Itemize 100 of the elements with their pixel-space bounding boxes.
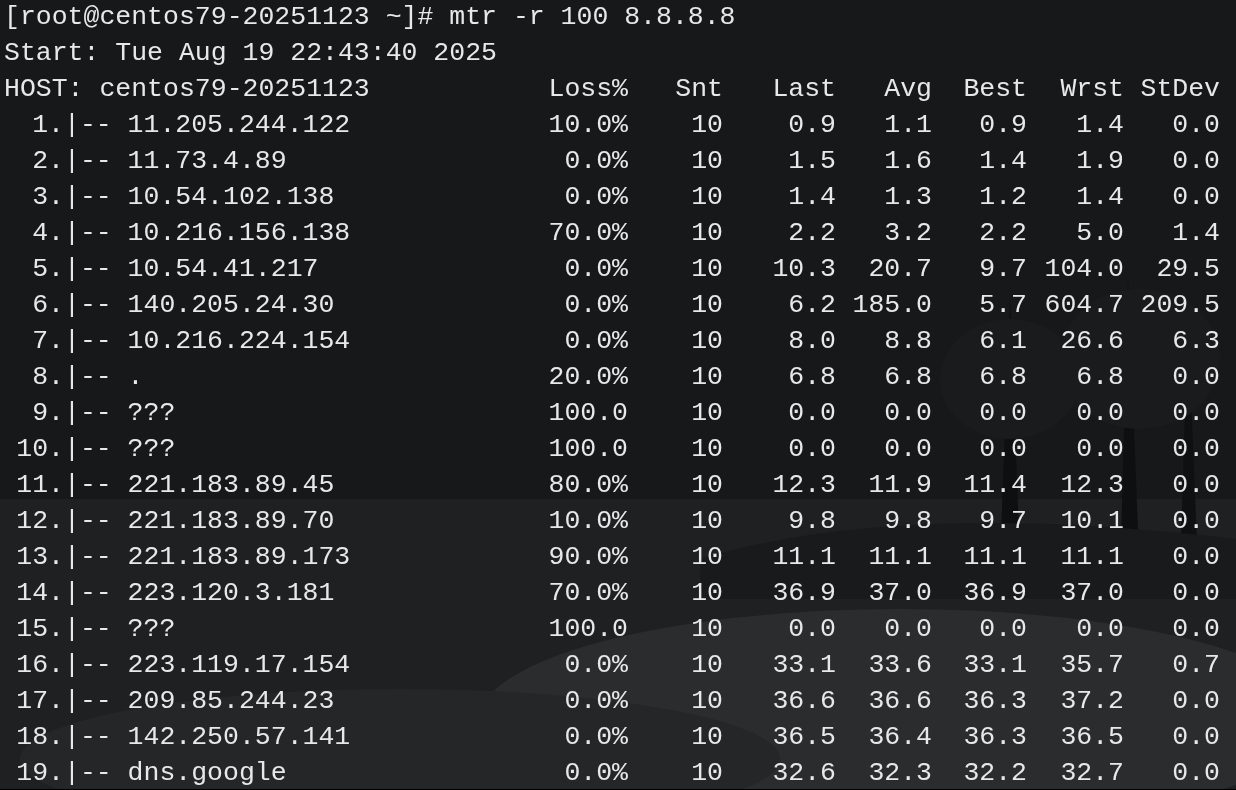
table-cell-text: 1.5 bbox=[788, 145, 836, 178]
table-cell-text: 2.2 bbox=[788, 217, 836, 250]
table-cell-text: 33.1 bbox=[963, 649, 1027, 682]
table-cell-text: 0.0 bbox=[788, 433, 836, 466]
table-cell-text: 1.2 bbox=[979, 181, 1027, 214]
table-cell-text: 0.0 bbox=[884, 433, 932, 466]
table-cell-text: 26.6 bbox=[1060, 325, 1124, 358]
table-cell-text: 12.3 bbox=[772, 469, 836, 502]
table-cell-text: 185.0 bbox=[852, 289, 932, 322]
table-cell-text: 9.7 bbox=[979, 505, 1027, 538]
table-cell-text: 0.0% bbox=[564, 325, 628, 358]
table-cell-text: 36.4 bbox=[868, 721, 932, 754]
hop-number: 15. bbox=[16, 613, 64, 646]
table-cell-text: 1.1 bbox=[884, 109, 932, 142]
table-cell-text: 20.0% bbox=[548, 361, 628, 394]
table-cell-text: 8.8 bbox=[884, 325, 932, 358]
table-cell-text: 10 bbox=[691, 541, 723, 574]
hop-number: 4. bbox=[32, 217, 64, 250]
table-cell-text: 32.2 bbox=[963, 757, 1027, 790]
table-cell-text: 36.6 bbox=[772, 685, 836, 718]
table-cell-text: 0.0 bbox=[1172, 685, 1220, 718]
table-cell-text: 0.0 bbox=[884, 613, 932, 646]
host-name: |-- 223.120.3.181 bbox=[64, 578, 335, 608]
column-header: Snt bbox=[675, 73, 723, 106]
table-cell-text: 0.0 bbox=[1172, 181, 1220, 214]
table-cell-text: 0.0 bbox=[1076, 397, 1124, 430]
table-cell-text: 1.4 bbox=[979, 145, 1027, 178]
table-cell-text: 0.0% bbox=[564, 685, 628, 718]
host-name: |-- ??? bbox=[64, 398, 176, 428]
host-name: |-- 221.183.89.173 bbox=[64, 542, 351, 572]
table-cell-text: 1.4 bbox=[1172, 217, 1220, 250]
table-cell-text: 10 bbox=[691, 685, 723, 718]
table-cell-text: 90.0% bbox=[548, 541, 628, 574]
hop-number: 10. bbox=[16, 433, 64, 466]
column-header: Avg bbox=[884, 73, 932, 106]
table-cell-text: 1.9 bbox=[1076, 145, 1124, 178]
hop-number: 13. bbox=[16, 541, 64, 574]
table-cell-text: 0.0% bbox=[564, 757, 628, 790]
hop-number: 17. bbox=[16, 685, 64, 718]
host-name: |-- ??? bbox=[64, 434, 176, 464]
table-cell-text: 32.3 bbox=[868, 757, 932, 790]
table-cell-text: 70.0% bbox=[548, 217, 628, 250]
hop-number: 12. bbox=[16, 505, 64, 538]
table-cell-text: 10 bbox=[691, 469, 723, 502]
table-cell-text: 10.0% bbox=[548, 109, 628, 142]
table-cell-text: 0.0% bbox=[564, 253, 628, 286]
table-cell-text: 10.3 bbox=[772, 253, 836, 286]
table-cell-text: 0.0 bbox=[1172, 145, 1220, 178]
host-name: |-- 10.54.102.138 bbox=[64, 182, 335, 212]
host-name: |-- 223.119.17.154 bbox=[64, 650, 351, 680]
table-cell-text: 0.0 bbox=[979, 397, 1027, 430]
table-cell-text: 11.1 bbox=[963, 541, 1027, 574]
table-cell-text: 100.0 bbox=[548, 397, 628, 430]
table-cell-text: 0.0 bbox=[1172, 505, 1220, 538]
table-cell-text: 0.0 bbox=[1172, 613, 1220, 646]
host-label: HOST: centos79-20251123 bbox=[4, 74, 370, 104]
table-cell-text: 2.2 bbox=[979, 217, 1027, 250]
table-cell-text: 0.0 bbox=[1172, 541, 1220, 574]
table-cell-text: 0.7 bbox=[1172, 649, 1220, 682]
table-cell-text: 0.0% bbox=[564, 649, 628, 682]
host-name: |-- 221.183.89.70 bbox=[64, 506, 335, 536]
table-cell-text: 6.8 bbox=[1076, 361, 1124, 394]
table-cell-text: 11.1 bbox=[868, 541, 932, 574]
column-header: Last bbox=[772, 73, 836, 106]
host-name: |-- 221.183.89.45 bbox=[64, 470, 335, 500]
table-cell-text: 10.0% bbox=[548, 505, 628, 538]
table-cell-text: 10 bbox=[691, 505, 723, 538]
table-cell-text: 10 bbox=[691, 361, 723, 394]
table-cell-text: 20.7 bbox=[868, 253, 932, 286]
table-cell-text: 6.8 bbox=[884, 361, 932, 394]
table-cell-text: 9.8 bbox=[884, 505, 932, 538]
table-cell-text: 9.7 bbox=[979, 253, 1027, 286]
table-cell-text: 32.7 bbox=[1060, 757, 1124, 790]
table-cell-text: 10 bbox=[691, 757, 723, 790]
table-cell-text: 29.5 bbox=[1156, 253, 1220, 286]
column-header: Loss% bbox=[548, 73, 628, 106]
hop-number: 16. bbox=[16, 649, 64, 682]
host-name: |-- 209.85.244.23 bbox=[64, 686, 335, 716]
table-cell-text: 0.0 bbox=[1172, 397, 1220, 430]
host-name: |-- . bbox=[64, 362, 144, 392]
table-cell-text: 10 bbox=[691, 145, 723, 178]
table-cell-text: 0.0 bbox=[1172, 469, 1220, 502]
table-cell-text: 10 bbox=[691, 181, 723, 214]
table-cell-text: 11.1 bbox=[1060, 541, 1124, 574]
table-cell-text: 35.7 bbox=[1060, 649, 1124, 682]
table-cell-text: 80.0% bbox=[548, 469, 628, 502]
table-cell-text: 10 bbox=[691, 109, 723, 142]
table-cell-text: 0.0 bbox=[1076, 613, 1124, 646]
table-cell-text: 0.0 bbox=[1172, 433, 1220, 466]
table-cell-text: 32.6 bbox=[772, 757, 836, 790]
column-header: StDev bbox=[1140, 73, 1220, 106]
table-cell-text: 6.8 bbox=[788, 361, 836, 394]
table-cell-text: 1.4 bbox=[1076, 109, 1124, 142]
hop-number: 14. bbox=[16, 577, 64, 610]
table-cell-text: 33.1 bbox=[772, 649, 836, 682]
host-name: |-- 10.54.41.217 bbox=[64, 254, 319, 284]
table-cell-text: 100.0 bbox=[548, 433, 628, 466]
table-cell-text: 10 bbox=[691, 253, 723, 286]
host-name: |-- 11.73.4.89 bbox=[64, 146, 287, 176]
table-cell-text: 5.0 bbox=[1076, 217, 1124, 250]
